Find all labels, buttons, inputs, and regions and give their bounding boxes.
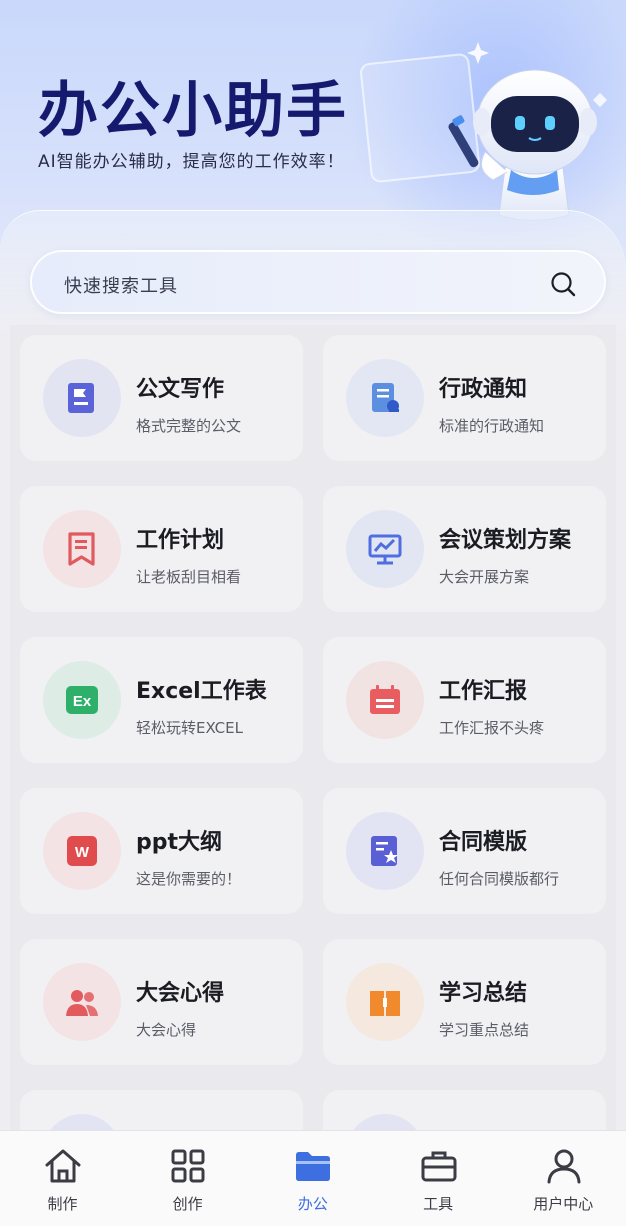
tool-card[interactable]: Wppt大纲这是你需要的！ (20, 788, 303, 914)
folder-icon (292, 1145, 334, 1187)
svg-text:Ex: Ex (73, 693, 92, 710)
home-icon (42, 1145, 84, 1187)
calendar-icon (346, 661, 424, 739)
tool-card-description: 格式完整的公文 (136, 417, 242, 435)
word-icon: W (43, 812, 121, 890)
tool-card-title: 行政通知 (439, 377, 528, 402)
grid-icon (167, 1145, 209, 1187)
contract-star-icon (346, 812, 424, 890)
bookmark-icon (43, 510, 121, 588)
tab-label: 用户中心 (533, 1195, 594, 1213)
tool-grid: 公文写作 格式完整的公文 行政通知 标准的行政通知 工作计划 让老板刮目相看 会议策划方案大… (10, 325, 616, 1130)
bid-doc-icon (346, 1114, 424, 1130)
tab-label: 办公 (297, 1195, 328, 1213)
tool-card[interactable]: 公文写作格式完整的公文 (20, 335, 303, 461)
document-flag-icon (43, 359, 121, 437)
tool-card[interactable]: 合同模版任何合同模版都行 (323, 788, 606, 914)
presentation-board-icon (346, 510, 424, 588)
tab-briefcase[interactable]: 工具 (376, 1131, 501, 1226)
tool-card-title: 会议策划方案 (439, 528, 572, 553)
tool-card[interactable]: 行政通知标准的行政通知 (323, 335, 606, 461)
excel-icon: Ex (43, 661, 121, 739)
tool-card-description: 大会开展方案 (439, 568, 530, 586)
tool-card-description: 轻松玩转EXCEL (136, 719, 243, 737)
svg-text:W: W (75, 844, 90, 861)
tab-label: 制作 (47, 1195, 78, 1213)
tool-card-description: 标准的行政通知 (439, 417, 545, 435)
tab-home[interactable]: 制作 (0, 1131, 125, 1226)
page-subtitle: AI智能办公辅助，提高您的工作效率！ (38, 152, 345, 172)
tool-card-title: 合同模版 (439, 830, 528, 855)
speech-icon (43, 1114, 121, 1130)
tool-card[interactable]: 演讲稿 (20, 1090, 303, 1130)
open-book-icon (346, 963, 424, 1041)
tab-folder[interactable]: 办公 (250, 1131, 375, 1226)
tool-card-description: 工作汇报不头疼 (439, 719, 545, 737)
tool-card[interactable]: 工作计划让老板刮目相看 (20, 486, 303, 612)
search-icon[interactable] (550, 271, 576, 297)
tool-card[interactable]: 学习总结学习重点总结 (323, 939, 606, 1065)
tool-card-title: 工作汇报 (439, 679, 528, 704)
user-icon (543, 1145, 585, 1187)
search-input[interactable]: 快速搜索工具 (64, 272, 178, 298)
tool-card-title: Excel工作表 (136, 679, 267, 704)
tool-card-description: 学习重点总结 (439, 1021, 530, 1039)
tool-card-title: 大会心得 (136, 981, 225, 1006)
tool-card[interactable]: 大会心得 大会心得 (20, 939, 303, 1065)
page-title: 办公小助手 (38, 76, 348, 146)
tool-card-title: 公文写作 (136, 377, 225, 402)
tool-card[interactable]: Ex Excel工作表轻松玩转EXCEL (20, 637, 303, 763)
briefcase-icon (418, 1145, 460, 1187)
tab-user[interactable]: 用户中心 (501, 1131, 626, 1226)
users-icon (43, 963, 121, 1041)
tool-card-description: 大会心得 (136, 1021, 197, 1039)
tool-card-description: 让老板刮目相看 (136, 568, 242, 586)
tool-card[interactable]: 招标书 (323, 1090, 606, 1130)
search-bar[interactable]: 快速搜索工具 (30, 250, 606, 314)
tab-label: 工具 (423, 1195, 454, 1213)
hero-banner: 办公小助手 AI智能办公辅助，提高您的工作效率！ 快速搜索工具 (0, 0, 626, 330)
bottom-tab-bar: 制作 创作 办公 工具 用户中心 (0, 1130, 626, 1226)
tool-card-title: 学习总结 (439, 981, 528, 1006)
tab-label: 创作 (172, 1195, 203, 1213)
tool-card[interactable]: 会议策划方案大会开展方案 (323, 486, 606, 612)
tool-card-description: 任何合同模版都行 (439, 870, 560, 888)
tab-grid[interactable]: 创作 (125, 1131, 250, 1226)
tool-card-title: 工作计划 (136, 528, 225, 553)
robot-mascot-icon (448, 42, 608, 221)
notice-doc-icon (346, 359, 424, 437)
tool-card-title: ppt大纲 (136, 830, 223, 855)
tool-card[interactable]: 工作汇报工作汇报不头疼 (323, 637, 606, 763)
tool-card-description: 这是你需要的！ (136, 870, 242, 888)
